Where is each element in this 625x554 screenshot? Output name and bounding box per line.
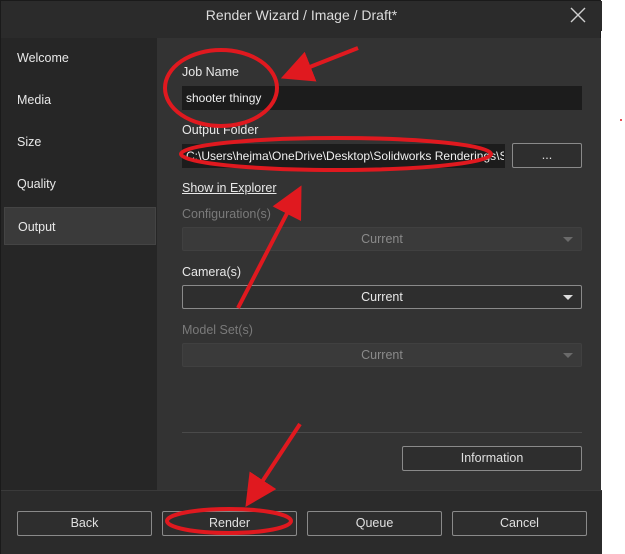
close-icon[interactable] [567, 4, 589, 26]
render-button[interactable]: Render [162, 511, 297, 536]
sidebar-item-welcome[interactable]: Welcome [4, 39, 156, 77]
title-bar: Render Wizard / Image / Draft* [1, 1, 602, 31]
model-set-value: Current [361, 348, 403, 362]
render-wizard-window: Render Wizard / Image / Draft* Welcome M… [0, 0, 602, 554]
show-in-explorer-link[interactable]: Show in Explorer [182, 181, 277, 195]
cancel-button[interactable]: Cancel [452, 511, 587, 536]
sidebar-item-size[interactable]: Size [4, 123, 156, 161]
camera-label: Camera(s) [182, 265, 242, 279]
queue-button[interactable]: Queue [307, 511, 442, 536]
wizard-footer: Back Render Queue Cancel [1, 490, 602, 554]
camera-value: Current [361, 290, 403, 304]
chevron-down-icon [563, 295, 573, 300]
output-folder-input[interactable]: C:\Users\hejma\OneDrive\Desktop\Solidwor… [182, 144, 505, 168]
browse-folder-button[interactable]: ... [512, 143, 582, 168]
sidebar-item-output[interactable]: Output [4, 207, 156, 245]
chevron-down-icon [563, 237, 573, 242]
sidebar-item-media[interactable]: Media [4, 81, 156, 119]
back-button[interactable]: Back [17, 511, 152, 536]
wizard-sidebar: Welcome Media Size Quality Output [1, 38, 157, 490]
chevron-down-icon [563, 353, 573, 358]
camera-select[interactable]: Current [182, 285, 582, 309]
output-folder-label: Output Folder [182, 123, 259, 137]
configuration-label: Configuration(s) [182, 207, 271, 221]
configuration-select: Current [182, 227, 582, 251]
model-set-select: Current [182, 343, 582, 367]
window-title: Render Wizard / Image / Draft* [205, 7, 398, 23]
job-name-label: Job Name [182, 65, 239, 79]
job-name-input[interactable]: shooter thingy [182, 86, 582, 110]
information-button[interactable]: Information [402, 446, 582, 471]
annotation-dot [620, 119, 622, 121]
model-set-label: Model Set(s) [182, 323, 253, 337]
configuration-value: Current [361, 232, 403, 246]
sidebar-item-quality[interactable]: Quality [4, 165, 156, 203]
panel-divider [182, 432, 582, 433]
